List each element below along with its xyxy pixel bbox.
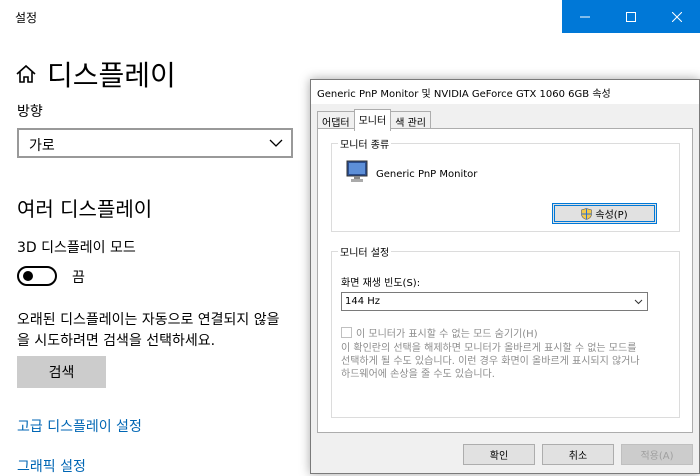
hide-modes-row[interactable]: 이 모니터가 표시할 수 없는 모드 숨기기(H) <box>341 325 538 340</box>
tab-monitor[interactable]: 모니터 <box>353 109 392 131</box>
page-title: 디스플레이 <box>47 59 176 92</box>
maximize-icon <box>626 11 636 22</box>
cancel-button[interactable]: 취소 <box>542 444 614 465</box>
toggle-state-label: 끔 <box>72 270 85 286</box>
minimize-button[interactable] <box>562 0 608 33</box>
graphics-settings-link[interactable]: 그래픽 설정 <box>17 456 86 476</box>
dialog-titlebar: Generic PnP Monitor 및 NVIDIA GeForce GTX… <box>311 80 699 104</box>
monitor-tab-panel: 모니터 종류 Generic PnP Monitor 속성(P) 모니터 설정 … <box>317 128 693 433</box>
monitor-icon <box>346 160 368 182</box>
multi-display-heading: 여러 디스플레이 <box>17 197 153 221</box>
properties-button-label: 속성(P) <box>595 210 628 221</box>
refresh-rate-value: 144 Hz <box>345 296 381 307</box>
dialog-title: Generic PnP Monitor 및 NVIDIA GeForce GTX… <box>317 89 611 100</box>
orientation-value: 가로 <box>29 138 55 154</box>
monitor-name: Generic PnP Monitor <box>376 169 478 180</box>
uac-shield-icon <box>581 207 593 220</box>
orientation-dropdown[interactable]: 가로 <box>17 128 293 158</box>
advanced-display-link[interactable]: 고급 디스플레이 설정 <box>17 416 142 436</box>
3d-mode-toggle[interactable] <box>17 266 57 286</box>
toggle-knob <box>23 271 33 281</box>
chevron-down-icon <box>634 299 643 305</box>
settings-titlebar: 설정 <box>0 0 700 33</box>
home-icon[interactable] <box>15 63 37 85</box>
properties-button[interactable]: 속성(P) <box>552 203 657 224</box>
hide-modes-checkbox[interactable] <box>341 327 352 338</box>
dialog-tabs: 어댑터 모니터 색 관리 <box>317 109 431 131</box>
monitor-properties-dialog: Generic PnP Monitor 및 NVIDIA GeForce GTX… <box>310 79 700 474</box>
refresh-rate-select[interactable]: 144 Hz <box>341 292 648 311</box>
apply-button[interactable]: 적용(A) <box>621 444 693 465</box>
hide-modes-warning: 이 확인란의 선택을 해제하면 모니터가 올바르게 표시할 수 없는 모드를 선… <box>341 343 640 380</box>
page-header: 디스플레이 <box>15 54 176 94</box>
detect-description: 오래된 디스플레이는 자동으로 연결되지 않을 을 시도하려면 검색을 선택하세… <box>17 312 280 349</box>
minimize-icon <box>580 16 590 17</box>
monitor-settings-group: 모니터 설정 화면 재생 빈도(S): 144 Hz 이 모니터가 표시할 수 … <box>331 244 680 418</box>
hide-modes-label: 이 모니터가 표시할 수 없는 모드 숨기기(H) <box>356 329 538 340</box>
orientation-label: 방향 <box>17 104 43 120</box>
close-icon <box>672 11 682 22</box>
monitor-type-group: 모니터 종류 Generic PnP Monitor 속성(P) <box>331 136 680 232</box>
close-button[interactable] <box>654 0 700 33</box>
ok-button[interactable]: 확인 <box>463 444 535 465</box>
chevron-down-icon <box>269 139 283 147</box>
monitor-settings-legend: 모니터 설정 <box>338 244 392 259</box>
refresh-rate-label: 화면 재생 빈도(S): <box>341 278 421 289</box>
detect-button[interactable]: 검색 <box>17 356 106 388</box>
3d-mode-label: 3D 디스플레이 모드 <box>17 240 136 256</box>
window-title: 설정 <box>15 11 38 25</box>
monitor-type-legend: 모니터 종류 <box>338 136 392 151</box>
maximize-button[interactable] <box>608 0 654 33</box>
